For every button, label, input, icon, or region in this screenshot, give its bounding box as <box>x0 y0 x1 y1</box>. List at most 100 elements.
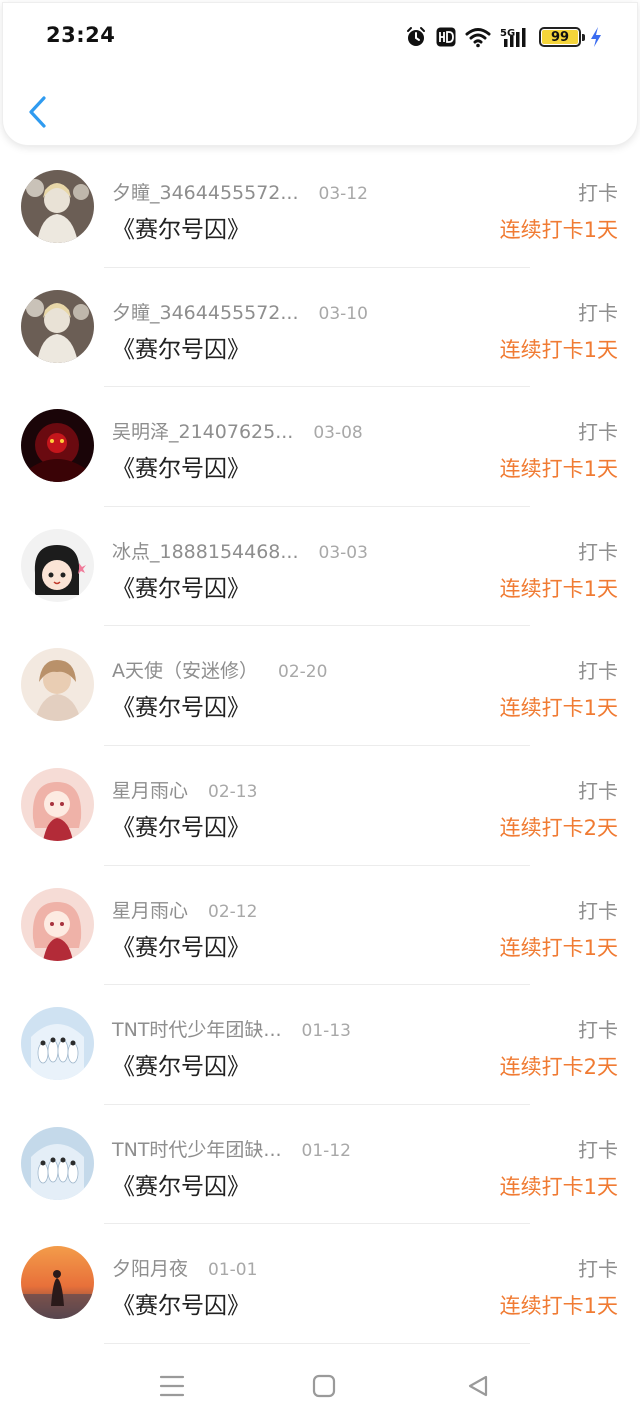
user-name-row: TNT时代少年团缺... 01-12 <box>112 1135 351 1162</box>
checkin-date: 03-03 <box>318 542 368 563</box>
list-item[interactable]: 夕瞳_3464455572... 03-12 《赛尔号囚》 打卡 连续打卡1天 <box>0 148 640 268</box>
list-item[interactable]: TNT时代少年团缺... 01-13 《赛尔号囚》 打卡 连续打卡2天 <box>0 985 640 1105</box>
user-name: A天使（安迷修） <box>112 660 258 683</box>
menu-icon <box>159 1375 185 1397</box>
battery-level-text: 99 <box>550 29 570 45</box>
list-item[interactable]: 星月雨心 02-12 《赛尔号囚》 打卡 连续打卡1天 <box>0 866 640 986</box>
user-name: 夕瞳_3464455572... <box>112 301 299 324</box>
streak-label: 连续打卡2天 <box>499 1055 618 1080</box>
avatar[interactable] <box>21 170 94 243</box>
wifi-icon <box>465 28 491 48</box>
streak-label: 连续打卡1天 <box>499 218 618 242</box>
checkin-label: 打卡 <box>578 898 618 923</box>
checkin-label: 打卡 <box>578 181 618 205</box>
user-name: 星月雨心 <box>112 899 189 922</box>
user-name: 吴明泽_21407625... <box>112 421 294 444</box>
avatar[interactable] <box>21 289 94 363</box>
list-item[interactable]: 夕瞳_3464455572... 03-10 《赛尔号囚》 打卡 连续打卡1天 <box>0 268 640 388</box>
book-title: 《赛尔号囚》 <box>112 1054 250 1081</box>
chevron-left-icon <box>29 96 46 128</box>
checkin-label: 打卡 <box>578 1018 618 1043</box>
avatar[interactable] <box>21 409 94 483</box>
user-name-row: TNT时代少年团缺... 01-13 <box>112 1015 351 1042</box>
status-icons: 5G 99 <box>405 24 602 50</box>
book-title: 《赛尔号囚》 <box>112 695 250 722</box>
status-time: 23:24 <box>46 23 116 47</box>
user-name-row: A天使（安迷修） 02-20 <box>112 656 327 683</box>
back-triangle-icon <box>468 1375 488 1397</box>
book-title: 《赛尔号囚》 <box>112 1173 250 1200</box>
user-name-row: 夕阳月夜 01-01 <box>112 1254 257 1281</box>
avatar[interactable] <box>21 528 94 602</box>
streak-label: 连续打卡1天 <box>499 457 618 482</box>
avatar[interactable] <box>21 1126 94 1200</box>
list-item[interactable]: 吴明泽_21407625... 03-08 《赛尔号囚》 打卡 连续打卡1天 <box>0 387 640 507</box>
list-item[interactable]: 星月雨心 02-13 《赛尔号囚》 打卡 连续打卡2天 <box>0 746 640 866</box>
streak-label: 连续打卡1天 <box>499 696 618 721</box>
checkin-date: 02-12 <box>208 901 258 922</box>
user-name: 夕瞳_3464455572... <box>112 182 299 204</box>
streak-label: 连续打卡1天 <box>499 1294 618 1319</box>
streak-label: 连续打卡1天 <box>499 935 618 960</box>
battery-icon: 99 <box>539 27 585 47</box>
menu-button[interactable] <box>152 1366 192 1406</box>
signal-icon: 5G <box>500 28 526 47</box>
user-name-row: 星月雨心 02-12 <box>112 896 257 923</box>
system-nav-bar <box>0 1346 640 1422</box>
checkin-date: 01-01 <box>208 1260 258 1281</box>
back-button[interactable] <box>20 92 54 132</box>
book-title: 《赛尔号囚》 <box>112 456 250 483</box>
streak-label: 连续打卡1天 <box>499 1174 618 1199</box>
avatar[interactable] <box>21 1246 94 1320</box>
home-button[interactable] <box>304 1366 344 1406</box>
divider <box>104 1342 530 1344</box>
checkin-date: 02-20 <box>278 662 328 683</box>
list-item[interactable]: 夕阳月夜 01-01 《赛尔号囚》 打卡 连续打卡1天 <box>0 1224 640 1344</box>
checkin-label: 打卡 <box>578 1257 618 1282</box>
book-title: 《赛尔号囚》 <box>112 217 250 243</box>
checkin-label: 打卡 <box>578 420 618 445</box>
checkin-date: 03-10 <box>318 303 368 324</box>
user-name-row: 夕瞳_3464455572... 03-12 <box>112 178 368 205</box>
user-name: 夕阳月夜 <box>112 1258 189 1281</box>
checkin-date: 01-12 <box>301 1140 351 1161</box>
hd-icon <box>436 27 456 47</box>
book-title: 《赛尔号囚》 <box>112 1293 250 1320</box>
book-title: 《赛尔号囚》 <box>112 575 250 602</box>
avatar[interactable] <box>21 648 94 722</box>
checkin-date: 02-13 <box>208 781 258 802</box>
book-title: 《赛尔号囚》 <box>112 336 250 363</box>
user-name-row: 吴明泽_21407625... 03-08 <box>112 417 363 444</box>
status-bar: 23:24 5G 99 <box>0 0 640 72</box>
user-name: TNT时代少年团缺... <box>112 1019 282 1042</box>
checkin-label: 打卡 <box>578 539 618 564</box>
checkin-label: 打卡 <box>578 778 618 803</box>
checkin-list: 夕瞳_3464455572... 03-12 《赛尔号囚》 打卡 连续打卡1天 夕… <box>0 148 640 1344</box>
user-name: TNT时代少年团缺... <box>112 1138 282 1161</box>
streak-label: 连续打卡1天 <box>499 337 618 362</box>
streak-label: 连续打卡1天 <box>499 576 618 601</box>
user-name: 星月雨心 <box>112 779 189 802</box>
checkin-label: 打卡 <box>578 1137 618 1162</box>
checkin-date: 01-13 <box>301 1021 351 1042</box>
avatar[interactable] <box>21 887 94 961</box>
checkin-date: 03-08 <box>313 423 363 444</box>
user-name: 冰点_1888154468... <box>112 540 299 563</box>
list-item[interactable]: TNT时代少年团缺... 01-12 《赛尔号囚》 打卡 连续打卡1天 <box>0 1105 640 1225</box>
list-item[interactable]: A天使（安迷修） 02-20 《赛尔号囚》 打卡 连续打卡1天 <box>0 626 640 746</box>
checkin-date: 03-12 <box>318 184 368 204</box>
book-title: 《赛尔号囚》 <box>112 814 250 841</box>
user-name-row: 冰点_1888154468... 03-03 <box>112 537 368 564</box>
charging-icon <box>591 27 601 47</box>
alarm-icon <box>407 27 425 46</box>
streak-label: 连续打卡2天 <box>499 815 618 840</box>
checkin-label: 打卡 <box>578 300 618 325</box>
back-nav-button[interactable] <box>458 1366 498 1406</box>
avatar[interactable] <box>21 767 94 841</box>
user-name-row: 星月雨心 02-13 <box>112 776 257 803</box>
home-square-icon <box>312 1374 336 1398</box>
user-name-row: 夕瞳_3464455572... 03-10 <box>112 298 368 325</box>
book-title: 《赛尔号囚》 <box>112 934 250 961</box>
list-item[interactable]: 冰点_1888154468... 03-03 《赛尔号囚》 打卡 连续打卡1天 <box>0 507 640 627</box>
avatar[interactable] <box>21 1007 94 1081</box>
